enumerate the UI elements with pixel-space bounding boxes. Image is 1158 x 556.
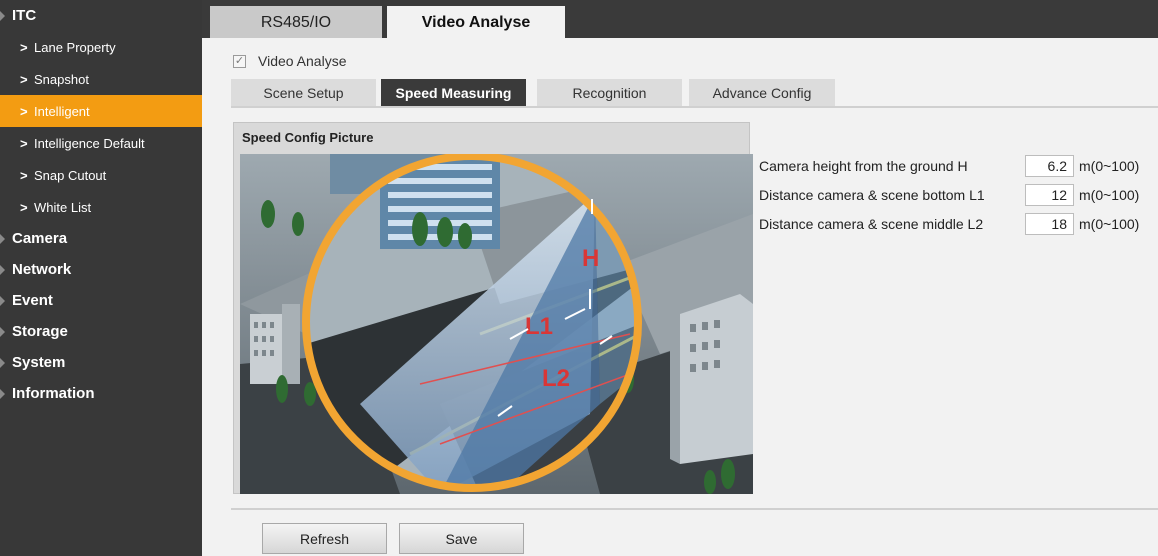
chevron-right-icon: > — [20, 103, 28, 119]
sidebar-item-white-list[interactable]: > White List — [0, 191, 202, 223]
distance-marker-l2: L2 — [542, 365, 570, 392]
chevron-right-icon: > — [20, 71, 28, 87]
sidebar-category-system[interactable]: System — [0, 347, 202, 378]
scene-bottom-label: Distance camera & scene bottom L1 — [759, 187, 985, 203]
sidebar-category-label: Camera — [12, 230, 68, 247]
camera-height-unit: m(0~100) — [1079, 158, 1140, 174]
distance-marker-l1: L1 — [525, 313, 553, 340]
video-analyse-toggle[interactable]: ✓ Video Analyse — [233, 53, 346, 69]
sidebar-item-snapshot[interactable]: > Snapshot — [0, 63, 202, 95]
speed-config-picture: H L1 L2 — [240, 154, 753, 494]
sidebar: ITC > Lane Property > Snapshot > Intelligen… — [0, 0, 202, 556]
triangle-icon — [0, 10, 5, 21]
sidebar-category-label: Information — [12, 385, 95, 402]
triangle-icon — [0, 295, 5, 306]
sidebar-item-label: Lane Property — [34, 39, 116, 55]
triangle-icon — [0, 326, 5, 337]
speed-config-panel: Speed Config Picture H L1 L2 — [233, 122, 753, 494]
tab-speed-measuring[interactable]: Speed Measuring — [381, 79, 526, 106]
tab-recognition[interactable]: Recognition — [537, 79, 682, 106]
sidebar-category-label: Storage — [12, 323, 68, 340]
speed-config-illustration: H L1 L2 — [240, 154, 753, 494]
tab-video-analyse[interactable]: Video Analyse — [387, 6, 565, 39]
sidebar-category-information[interactable]: Information — [0, 378, 202, 409]
camera-height-input[interactable] — [1025, 155, 1074, 177]
video-analyse-label: Video Analyse — [258, 53, 347, 69]
sidebar-category-label: Network — [12, 261, 72, 278]
triangle-icon — [0, 357, 5, 368]
save-button[interactable]: Save — [399, 523, 524, 554]
scene-middle-input[interactable] — [1025, 213, 1074, 235]
sidebar-category-label: System — [12, 354, 66, 371]
sidebar-category-event[interactable]: Event — [0, 285, 202, 316]
sidebar-item-intelligent[interactable]: > Intelligent — [0, 95, 202, 127]
content-area: ✓ Video Analyse Scene Setup Speed Measur… — [202, 38, 1158, 556]
sidebar-category-storage[interactable]: Storage — [0, 316, 202, 347]
height-marker: H — [582, 245, 599, 272]
sidebar-item-label: White List — [34, 199, 92, 215]
chevron-right-icon: > — [20, 167, 28, 183]
sidebar-item-lane-property[interactable]: > Lane Property — [0, 31, 202, 63]
tab-scene-setup[interactable]: Scene Setup — [231, 79, 376, 106]
sidebar-category-label: ITC — [12, 7, 37, 24]
sidebar-item-intelligence-default[interactable]: > Intelligence Default — [0, 127, 202, 159]
camera-height-label: Camera height from the ground H — [759, 158, 968, 174]
sidebar-category-camera[interactable]: Camera — [0, 223, 202, 254]
panel-title: Speed Config Picture — [242, 129, 374, 145]
scene-bottom-input[interactable] — [1025, 184, 1074, 206]
divider — [231, 106, 1158, 108]
sidebar-category-itc[interactable]: ITC — [0, 0, 202, 31]
triangle-icon — [0, 388, 5, 399]
top-tab-bar: RS485/IO Video Analyse — [202, 0, 1158, 39]
triangle-icon — [0, 264, 5, 275]
sidebar-item-label: Snap Cutout — [34, 167, 107, 183]
tab-rs485-io[interactable]: RS485/IO — [210, 6, 382, 39]
sidebar-item-label: Intelligence Default — [34, 135, 145, 151]
scene-bottom-unit: m(0~100) — [1079, 187, 1140, 203]
sidebar-category-network[interactable]: Network — [0, 254, 202, 285]
chevron-right-icon: > — [20, 39, 28, 55]
sidebar-item-label: Snapshot — [34, 71, 89, 87]
chevron-right-icon: > — [20, 135, 28, 151]
divider — [231, 508, 1158, 510]
sidebar-item-label: Intelligent — [34, 103, 90, 119]
refresh-button[interactable]: Refresh — [262, 523, 387, 554]
video-analyse-checkbox[interactable]: ✓ — [233, 54, 246, 68]
triangle-icon — [0, 233, 5, 244]
sidebar-category-label: Event — [12, 292, 53, 309]
scene-middle-label: Distance camera & scene middle L2 — [759, 216, 984, 232]
chevron-right-icon: > — [20, 199, 28, 215]
sidebar-item-snap-cutout[interactable]: > Snap Cutout — [0, 159, 202, 191]
scene-middle-unit: m(0~100) — [1079, 216, 1140, 232]
tab-advance-config[interactable]: Advance Config — [689, 79, 835, 106]
